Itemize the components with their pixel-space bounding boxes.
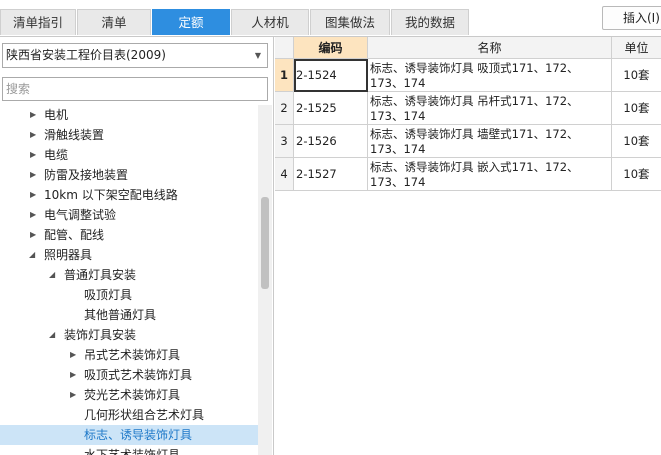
tree-item-label: 荧光艺术装饰灯具 xyxy=(84,388,181,402)
tree-item-conduit-wiring[interactable]: ▶ 配管、配线 xyxy=(0,225,258,245)
tree-item-ceiling-art-lamps[interactable]: ▶ 吸顶式艺术装饰灯具 xyxy=(0,365,258,385)
expand-arrow-icon[interactable]: ▶ xyxy=(30,165,36,185)
table-cell-name[interactable]: 标志、诱导装饰灯具 吸顶式171、172、173、174 xyxy=(368,59,612,92)
expand-arrow-icon[interactable]: ▶ xyxy=(30,205,36,225)
library-select[interactable]: 陕西省安装工程价目表(2009) ▼ xyxy=(2,43,268,68)
tree-item-label: 配管、配线 xyxy=(44,228,105,242)
library-select-value: 陕西省安装工程价目表(2009) xyxy=(6,48,166,62)
tab-dinge[interactable]: 定额 xyxy=(152,9,230,35)
tree-item-label: 标志、诱导装饰灯具 xyxy=(84,428,193,442)
tree-item-label: 吸顶灯具 xyxy=(84,288,133,302)
table-cell-code[interactable]: 2-1527 xyxy=(294,158,368,191)
tree-item-label: 滑触线装置 xyxy=(44,128,105,142)
insert-button[interactable]: 插入(I) xyxy=(602,6,661,30)
row-number[interactable]: 2 xyxy=(275,92,294,125)
tree-item-pendant-art-lamps[interactable]: ▶ 吊式艺术装饰灯具 xyxy=(0,345,258,365)
table-cell-unit[interactable]: 10套 xyxy=(612,92,661,125)
tree-item-label: 普通灯具安装 xyxy=(64,268,137,282)
table-cell-code[interactable]: 2-1526 xyxy=(294,125,368,158)
table-cell-code[interactable]: 2-1525 xyxy=(294,92,368,125)
tree-item-sign-guide-lamps[interactable]: 标志、诱导装饰灯具 xyxy=(0,425,258,445)
tree-item-cable[interactable]: ▶ 电缆 xyxy=(0,145,258,165)
tree-item-label: 水下艺术装饰灯具 xyxy=(84,448,181,455)
expand-arrow-icon[interactable]: ▶ xyxy=(30,185,36,205)
tree-item-label: 照明器具 xyxy=(44,248,93,262)
tree-item-label: 防雷及接地装置 xyxy=(44,168,129,182)
table-cell-unit[interactable]: 10套 xyxy=(612,125,661,158)
tree-item-other-common-lamps[interactable]: 其他普通灯具 xyxy=(0,305,258,325)
tab-tuji-zuofa[interactable]: 图集做法 xyxy=(310,9,390,35)
table-cell-unit[interactable]: 10套 xyxy=(612,158,661,191)
table-cell-unit[interactable]: 10套 xyxy=(612,59,661,92)
tree-item-fluorescent-art-lamps[interactable]: ▶ 荧光艺术装饰灯具 xyxy=(0,385,258,405)
tree-item-label: 电气调整试验 xyxy=(44,208,117,222)
column-header-unit[interactable]: 单位 xyxy=(612,37,661,59)
tree-item-lightning-grounding[interactable]: ▶ 防雷及接地装置 xyxy=(0,165,258,185)
collapse-arrow-icon[interactable]: ◢ xyxy=(49,265,55,285)
collapse-arrow-icon[interactable]: ◢ xyxy=(49,325,55,345)
expand-arrow-icon[interactable]: ▶ xyxy=(30,225,36,245)
column-header-name[interactable]: 名称 xyxy=(368,37,612,59)
row-number[interactable]: 4 xyxy=(275,158,294,191)
expand-arrow-icon[interactable]: ▶ xyxy=(70,365,76,385)
table-cell-code[interactable]: 2-1524 xyxy=(294,59,368,92)
tab-my-data[interactable]: 我的数据 xyxy=(391,9,469,35)
table-cell-name[interactable]: 标志、诱导装饰灯具 嵌入式171、172、173、174 xyxy=(368,158,612,191)
row-number[interactable]: 3 xyxy=(275,125,294,158)
tree-item-electrical-test[interactable]: ▶ 电气调整试验 xyxy=(0,205,258,225)
expand-arrow-icon[interactable]: ▶ xyxy=(70,345,76,365)
tree-item-lighting-fixtures[interactable]: ◢ 照明器具 xyxy=(0,245,258,265)
table-cell-name[interactable]: 标志、诱导装饰灯具 吊杆式171、172、173、174 xyxy=(368,92,612,125)
quota-tree: ▶ 电机 ▶ 滑触线装置 ▶ 电缆 ▶ 防雷及接地装置 ▶ 10km 以下架空配… xyxy=(0,105,258,455)
tree-item-common-lamps[interactable]: ◢ 普通灯具安装 xyxy=(0,265,258,285)
tree-scrollbar[interactable] xyxy=(258,105,272,455)
tree-item-overhead-line[interactable]: ▶ 10km 以下架空配电线路 xyxy=(0,185,258,205)
collapse-arrow-icon[interactable]: ◢ xyxy=(29,245,35,265)
expand-arrow-icon[interactable]: ▶ xyxy=(70,385,76,405)
column-header-code[interactable]: 编码 xyxy=(294,37,368,59)
scrollbar-thumb[interactable] xyxy=(261,197,269,289)
tree-item-geometric-art-lamps[interactable]: 几何形状组合艺术灯具 xyxy=(0,405,258,425)
table-cell-name[interactable]: 标志、诱导装饰灯具 墙壁式171、172、173、174 xyxy=(368,125,612,158)
tree-item-ceiling-lamps[interactable]: 吸顶灯具 xyxy=(0,285,258,305)
tab-rencaiji[interactable]: 人材机 xyxy=(231,9,309,35)
tree-item-label: 几何形状组合艺术灯具 xyxy=(84,408,205,422)
tree-item-label: 吸顶式艺术装饰灯具 xyxy=(84,368,193,382)
expand-arrow-icon[interactable]: ▶ xyxy=(30,145,36,165)
tab-qingdan[interactable]: 清单 xyxy=(77,9,151,35)
tree-item-underwater-art-lamps[interactable]: 水下艺术装饰灯具 xyxy=(0,445,258,455)
chevron-down-icon[interactable]: ▼ xyxy=(255,44,261,67)
quota-table: 编码 名称 单位 1 2-1524 标志、诱导装饰灯具 吸顶式171、172、1… xyxy=(275,37,661,455)
tab-qingdan-zhiyin[interactable]: 清单指引 xyxy=(0,9,76,35)
quota-library-panel: 陕西省安装工程价目表(2009) ▼ 搜索 ▶ 电机 ▶ 滑触线装置 ▶ 电缆 … xyxy=(0,37,274,455)
tab-bar: 清单指引 清单 定额 人材机 图集做法 我的数据 插入(I) xyxy=(0,0,661,37)
tree-item-label: 10km 以下架空配电线路 xyxy=(44,188,178,202)
search-input[interactable]: 搜索 xyxy=(2,77,268,101)
expand-arrow-icon[interactable]: ▶ xyxy=(30,125,36,145)
header-corner xyxy=(275,37,294,59)
tree-item-trolley-line[interactable]: ▶ 滑触线装置 xyxy=(0,125,258,145)
tree-item-label: 电机 xyxy=(44,108,69,122)
tree-item-label: 其他普通灯具 xyxy=(84,308,157,322)
tree-item-motor[interactable]: ▶ 电机 xyxy=(0,105,258,125)
expand-arrow-icon[interactable]: ▶ xyxy=(30,105,36,125)
row-number[interactable]: 1 xyxy=(275,59,294,92)
tree-item-label: 电缆 xyxy=(44,148,69,162)
tree-item-label: 装饰灯具安装 xyxy=(64,328,137,342)
tree-item-label: 吊式艺术装饰灯具 xyxy=(84,348,181,362)
tree-item-decorative-lamps[interactable]: ◢ 装饰灯具安装 xyxy=(0,325,258,345)
